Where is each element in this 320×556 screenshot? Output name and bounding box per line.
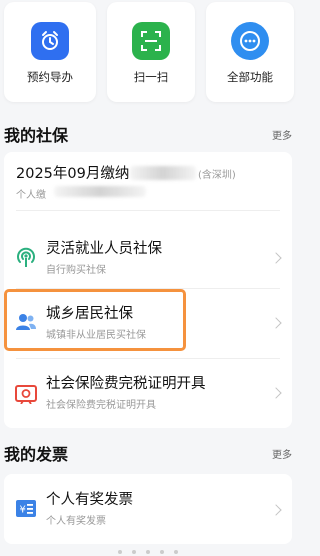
- payment-title: 2025年09月缴纳: [16, 166, 130, 182]
- invoice-icon: ¥: [14, 498, 38, 520]
- more-link[interactable]: 更多: [272, 127, 292, 142]
- shortcut-label: 预约导办: [27, 70, 73, 84]
- certificate-icon: [14, 382, 38, 406]
- list-item-tax-certificate[interactable]: 社会保险费完税证明开具 社会保险费完税证明开具: [4, 362, 292, 422]
- item-title: 灵活就业人员社保: [46, 241, 162, 257]
- blurred-text: [130, 166, 196, 180]
- payment-title-suffix: (含深圳): [198, 170, 236, 181]
- shortcut-all-functions[interactable]: 全部功能: [206, 2, 294, 102]
- shortcut-label: 扫一扫: [133, 70, 169, 84]
- indicator-dot: [174, 550, 178, 554]
- item-title: 社会保险费完税证明开具: [46, 376, 206, 392]
- shortcut-appointment[interactable]: 预约导办: [4, 2, 96, 102]
- indicator-dot: [160, 550, 164, 554]
- more-link[interactable]: 更多: [272, 446, 292, 461]
- shortcut-grid: 预约导办 扫一扫 全部功能: [0, 0, 300, 110]
- section-title: 我的社保: [4, 126, 69, 145]
- chevron-right-icon: [270, 504, 282, 516]
- indicator-dot: [118, 550, 122, 554]
- clock-icon: [31, 22, 69, 60]
- page-indicator: [118, 550, 178, 554]
- invoices-header: 我的发票 更多: [0, 441, 300, 465]
- more-dots-icon: [231, 22, 269, 60]
- scan-icon: [132, 22, 170, 60]
- divider: [16, 210, 280, 211]
- indicator-dot: [146, 550, 150, 554]
- item-sub: 自行购买社保: [46, 265, 106, 276]
- payment-sub: 个人缴: [16, 190, 46, 201]
- payment-record-row[interactable]: 2025年09月缴纳 (含深圳) 个人缴: [4, 152, 292, 210]
- highlight-box: [4, 289, 186, 351]
- list-item-invoice[interactable]: ¥ 个人有奖发票 个人有奖发票: [4, 478, 292, 540]
- blurred-text: [54, 186, 146, 197]
- svg-text:¥: ¥: [20, 505, 26, 516]
- item-sub: 个人有奖发票: [46, 516, 106, 527]
- social-security-header: 我的社保 更多: [0, 122, 300, 146]
- item-title: 个人有奖发票: [46, 492, 133, 508]
- shortcut-label: 全部功能: [227, 70, 273, 84]
- broadcast-icon: [14, 245, 38, 269]
- divider: [16, 358, 280, 359]
- indicator-dot: [132, 550, 136, 554]
- item-sub: 社会保险费完税证明开具: [46, 400, 156, 411]
- chevron-right-icon: [270, 252, 282, 264]
- section-title: 我的发票: [4, 445, 69, 464]
- list-item-flexible-employment[interactable]: 灵活就业人员社保 自行购买社保: [4, 227, 292, 287]
- chevron-right-icon: [270, 387, 282, 399]
- chevron-right-icon: [270, 317, 282, 329]
- shortcut-scan[interactable]: 扫一扫: [107, 2, 195, 102]
- invoices-card: ¥ 个人有奖发票 个人有奖发票: [4, 474, 292, 544]
